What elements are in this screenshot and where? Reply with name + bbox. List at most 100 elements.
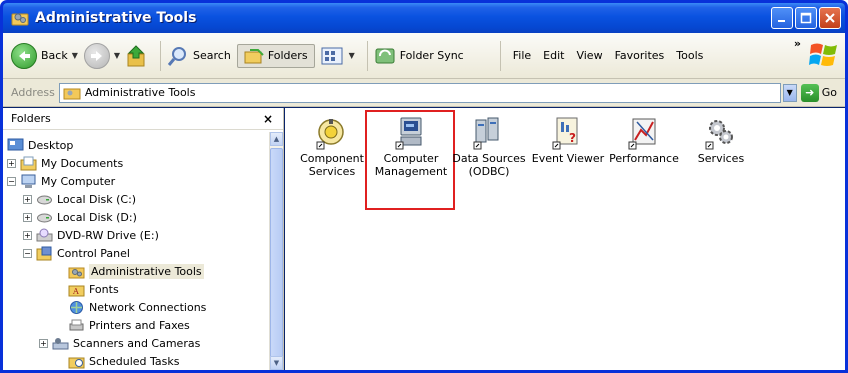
back-button[interactable]: Back ▼ [11, 42, 78, 69]
tree-item-label: DVD-RW Drive (E:) [57, 228, 159, 242]
menu-edit[interactable]: Edit [543, 49, 564, 62]
expand-icon[interactable]: + [23, 230, 32, 240]
tree-item[interactable]: A Fonts [55, 280, 119, 298]
local-disk-icon [37, 213, 52, 222]
minimize-icon [778, 20, 785, 22]
menu-favorites[interactable]: Favorites [615, 49, 665, 62]
file-item-label: Computer [383, 152, 439, 165]
collapse-icon[interactable]: − [7, 176, 16, 186]
administrative-tools-icon [68, 267, 85, 278]
file-item-label: Services [308, 165, 356, 178]
file-item-label: Data Sources [452, 152, 526, 165]
tree-item-label: Local Disk (C:) [57, 192, 137, 206]
file-item-label: Services [697, 152, 745, 165]
file-item[interactable]: Data Sources (ODBC) [448, 116, 530, 178]
folder-sync-icon [375, 48, 395, 63]
computer-management-icon [395, 117, 422, 150]
tree-item[interactable]: + My Documents [7, 154, 123, 172]
event-viewer-icon: ? [552, 117, 578, 150]
tree-item[interactable]: − Control Panel [23, 244, 130, 262]
scroll-down-icon[interactable]: ▼ [270, 356, 283, 370]
menu-bar: File Edit View Favorites Tools [513, 49, 704, 62]
tree-item[interactable]: Printers and Faxes [55, 316, 190, 334]
expand-icon[interactable]: + [7, 158, 16, 168]
file-item-label: Event Viewer [531, 152, 605, 165]
network-connections-icon [70, 300, 83, 314]
search-button[interactable]: Search [167, 45, 231, 67]
forward-button[interactable]: ▼ [83, 42, 120, 69]
views-button[interactable]: ▼ [321, 46, 355, 66]
close-button[interactable] [819, 7, 841, 29]
data-sources-icon [473, 117, 499, 150]
back-dropdown-icon[interactable]: ▼ [72, 51, 78, 60]
file-item[interactable]: Component Services [291, 116, 373, 178]
tree-item[interactable]: + Scanners and Cameras [39, 334, 200, 352]
windows-logo-icon [809, 43, 837, 66]
collapse-icon[interactable]: − [23, 248, 32, 258]
file-item[interactable]: Computer Management [370, 116, 452, 178]
back-label: Back [41, 49, 68, 62]
my-computer-icon [21, 174, 36, 188]
file-item[interactable]: Services [680, 116, 762, 165]
folders-pane-close-icon[interactable]: × [263, 112, 273, 126]
file-item-label: Performance [609, 152, 679, 165]
address-field[interactable]: Administrative Tools [58, 82, 781, 103]
explorer-window: Administrative Tools Back ▼ ▼ Search Fol… [0, 0, 848, 373]
tree-item[interactable]: − My Computer [7, 172, 115, 190]
dvd-drive-icon [36, 228, 53, 241]
tree-item[interactable]: + Local Disk (D:) [23, 208, 137, 226]
svg-text:?: ? [569, 131, 576, 145]
views-dropdown-icon[interactable]: ▼ [349, 51, 355, 60]
folder-sync-label: Folder Sync [399, 49, 464, 62]
tree-item[interactable]: Administrative Tools [55, 262, 204, 280]
file-item[interactable]: ? Event Viewer [527, 116, 609, 165]
folders-scrollbar[interactable]: ▲ ▼ [269, 132, 283, 370]
maximize-button[interactable] [795, 7, 817, 29]
tree-item[interactable]: + Local Disk (C:) [23, 190, 136, 208]
folder-sync-button[interactable]: Folder Sync [374, 46, 464, 66]
address-dropdown-icon[interactable]: ▼ [782, 83, 797, 102]
expand-icon[interactable]: + [39, 338, 48, 348]
menu-view[interactable]: View [576, 49, 602, 62]
administrative-tools-icon [11, 13, 29, 26]
scanners-icon [52, 337, 69, 349]
folders-button[interactable]: Folders [236, 43, 315, 68]
svg-text:A: A [72, 287, 79, 296]
file-view: Component Services Computer Management Data … [285, 108, 845, 370]
title-bar[interactable]: Administrative Tools [3, 3, 845, 33]
tree-item[interactable]: + DVD-RW Drive (E:) [23, 226, 159, 244]
up-folder-icon [127, 44, 145, 66]
forward-dropdown-icon[interactable]: ▼ [114, 51, 120, 60]
close-icon [825, 13, 835, 23]
file-item-label: Component [300, 152, 364, 165]
folders-icon [244, 48, 264, 63]
toolbar-separator [499, 40, 501, 71]
services-icon [705, 120, 733, 150]
standard-toolbar: Back ▼ ▼ Search Folders ▼ Folder Sync Fi… [3, 33, 845, 79]
control-panel-icon [36, 246, 52, 260]
scroll-up-icon[interactable]: ▲ [270, 132, 283, 146]
menu-tools[interactable]: Tools [676, 49, 703, 62]
go-button[interactable]: ➜ Go [800, 83, 837, 102]
scroll-thumb[interactable] [270, 148, 283, 358]
performance-icon [628, 118, 656, 150]
toolbar-overflow-chevron[interactable]: » [794, 37, 801, 50]
address-label: Address [11, 86, 55, 99]
file-item[interactable]: Performance [603, 116, 685, 165]
window-title: Administrative Tools [35, 10, 197, 26]
tree-item[interactable]: Desktop [7, 136, 73, 154]
expand-icon[interactable]: + [23, 194, 32, 204]
tree-item[interactable]: Scheduled Tasks [55, 352, 180, 370]
menu-file[interactable]: File [513, 49, 531, 62]
expand-icon[interactable]: + [23, 212, 32, 222]
tree-item-label: Control Panel [57, 246, 130, 260]
component-services-icon [316, 119, 344, 150]
search-label: Search [193, 49, 231, 62]
minimize-button[interactable] [771, 7, 793, 29]
up-folder-button[interactable] [126, 44, 148, 68]
tree-item[interactable]: Network Connections [55, 298, 206, 316]
printers-icon [69, 319, 84, 330]
local-disk-icon [37, 195, 52, 204]
tree-item-label: Desktop [28, 138, 74, 152]
file-item-label: Management [374, 165, 448, 178]
